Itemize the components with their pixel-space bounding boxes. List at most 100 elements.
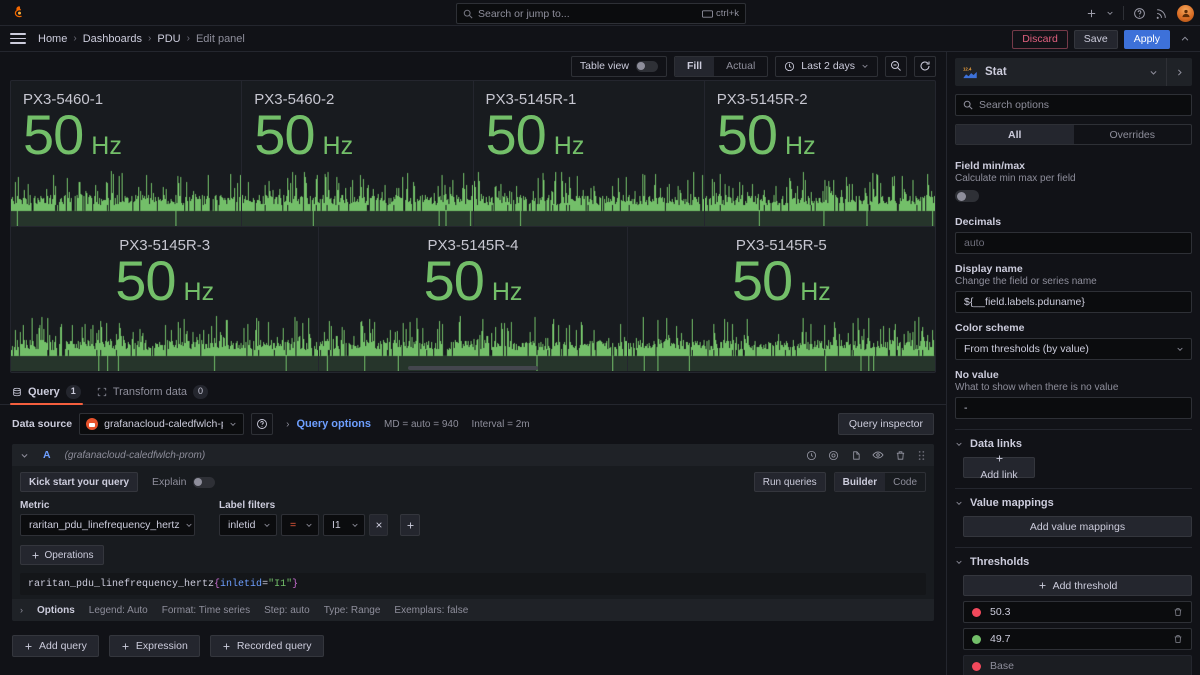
label-filter-value-select[interactable]: I1 bbox=[323, 514, 365, 536]
remove-label-filter-button[interactable] bbox=[369, 514, 388, 536]
avatar[interactable] bbox=[1177, 4, 1194, 22]
add-link-button[interactable]: Add link bbox=[963, 455, 1035, 481]
tab-overrides[interactable]: Overrides bbox=[1074, 125, 1192, 144]
duplicate-icon[interactable] bbox=[806, 450, 817, 461]
label-filter-key-select[interactable]: inletid bbox=[219, 514, 277, 536]
breadcrumb-item-dashboards[interactable]: Dashboards bbox=[83, 33, 142, 45]
add-recorded-query-button[interactable]: Recorded query bbox=[209, 635, 324, 657]
query-ref-id[interactable]: A bbox=[43, 449, 51, 461]
value-mappings-section: Value mappings Add value mappings bbox=[955, 488, 1192, 537]
apply-button[interactable]: Apply bbox=[1123, 29, 1170, 49]
stat-panel[interactable]: PX3-5145R-5 50 Hz bbox=[627, 227, 935, 371]
query-footer-buttons: Add query Expression Recorded query bbox=[0, 621, 946, 657]
save-button[interactable]: Save bbox=[1073, 29, 1118, 49]
chevron-down-icon[interactable] bbox=[1106, 9, 1114, 17]
explain-toggle[interactable]: Explain bbox=[152, 476, 215, 488]
metric-select[interactable]: raritan_pdu_linefrequency_hertz bbox=[20, 514, 195, 536]
stat-panel[interactable]: PX3-5145R-4 50 Hz bbox=[319, 227, 628, 371]
plus-icon[interactable] bbox=[1086, 8, 1097, 19]
global-search-input[interactable]: Search or jump to... ctrl+k bbox=[456, 3, 746, 24]
visualization-picker[interactable]: 12.4 Stat bbox=[955, 58, 1192, 86]
add-threshold-button[interactable]: Add threshold bbox=[963, 575, 1192, 596]
search-options-input[interactable]: Search options bbox=[955, 94, 1192, 116]
fill-option[interactable]: Fill bbox=[674, 56, 715, 76]
table-view-switch[interactable] bbox=[635, 60, 658, 72]
label-filter-operator-select[interactable]: = bbox=[281, 514, 319, 536]
add-query-button[interactable]: Add query bbox=[12, 635, 99, 657]
chevron-down-icon bbox=[1176, 345, 1184, 353]
builder-option[interactable]: Builder bbox=[834, 473, 886, 491]
tab-query[interactable]: Query 1 bbox=[10, 385, 83, 405]
delete-icon[interactable] bbox=[1173, 607, 1183, 617]
stat-panel[interactable]: PX3-5145R-3 50 Hz bbox=[11, 227, 320, 371]
drag-handle-icon[interactable] bbox=[917, 450, 926, 461]
time-range-picker[interactable]: Last 2 days bbox=[775, 55, 878, 77]
disable-icon[interactable] bbox=[828, 450, 839, 461]
actual-option[interactable]: Actual bbox=[714, 57, 767, 76]
threshold-value[interactable]: 50.3 bbox=[990, 606, 1010, 618]
breadcrumb-item-home[interactable]: Home bbox=[38, 33, 67, 45]
field-minmax-switch[interactable] bbox=[955, 190, 979, 202]
threshold-color-dot[interactable] bbox=[972, 661, 981, 671]
options-scroll-area[interactable]: Field min/max Calculate min max per fiel… bbox=[947, 151, 1200, 675]
display-name-option: Display name Change the field or series … bbox=[955, 263, 1192, 313]
stat-panel[interactable]: PX3-5145R-2 50 Hz bbox=[704, 81, 935, 226]
threshold-color-dot[interactable] bbox=[972, 634, 981, 644]
threshold-value[interactable]: 49.7 bbox=[990, 633, 1010, 645]
delete-icon[interactable] bbox=[1173, 634, 1183, 644]
thresholds-header[interactable]: Thresholds bbox=[955, 556, 1192, 568]
discard-button[interactable]: Discard bbox=[1012, 29, 1068, 49]
value-mappings-header[interactable]: Value mappings bbox=[955, 497, 1192, 509]
horizontal-scrollbar[interactable] bbox=[408, 366, 538, 370]
delete-icon[interactable] bbox=[895, 450, 906, 461]
query-builder-fields: Metric raritan_pdu_linefrequency_hertz L… bbox=[20, 500, 926, 536]
grafana-logo-icon[interactable] bbox=[6, 5, 32, 20]
no-value-input[interactable]: - bbox=[955, 397, 1192, 419]
divider bbox=[1123, 6, 1124, 20]
threshold-color-dot[interactable] bbox=[972, 607, 981, 617]
copy-icon[interactable] bbox=[850, 450, 861, 461]
help-circle-icon[interactable] bbox=[1133, 7, 1146, 20]
explain-switch[interactable] bbox=[192, 476, 215, 488]
display-name-input[interactable]: ${__field.labels.pduname} bbox=[955, 291, 1192, 313]
add-label-filter-button[interactable] bbox=[400, 514, 420, 536]
chevron-right-icon[interactable] bbox=[1166, 58, 1192, 86]
stat-panel[interactable]: PX3-5145R-1 50 Hz bbox=[473, 81, 705, 226]
run-queries-button[interactable]: Run queries bbox=[753, 472, 826, 492]
chevron-down-icon[interactable] bbox=[20, 451, 29, 460]
tab-all[interactable]: All bbox=[956, 125, 1074, 144]
code-option[interactable]: Code bbox=[885, 473, 925, 491]
stat-panel[interactable]: PX3-5460-1 50 Hz bbox=[11, 81, 243, 226]
data-links-header[interactable]: Data links bbox=[955, 438, 1192, 450]
zoom-out-button[interactable] bbox=[885, 55, 907, 77]
datasource-picker[interactable]: grafanacloud-caledfwlch-prom bbox=[79, 413, 245, 435]
query-tabs: Query 1 Transform data 0 bbox=[0, 379, 946, 405]
stat-panel[interactable]: PX3-5460-2 50 Hz bbox=[242, 81, 474, 226]
refresh-button[interactable] bbox=[914, 55, 936, 77]
add-expression-button[interactable]: Expression bbox=[108, 635, 200, 657]
chevron-down-icon[interactable] bbox=[1140, 58, 1166, 86]
query-inspector-button[interactable]: Query inspector bbox=[837, 413, 934, 435]
query-options[interactable]: › Query options MD = auto = 940 Interval… bbox=[286, 418, 530, 430]
threshold-step[interactable]: 49.7 bbox=[963, 628, 1192, 650]
hamburger-menu-icon[interactable] bbox=[10, 33, 26, 44]
add-value-mappings-button[interactable]: Add value mappings bbox=[963, 516, 1192, 537]
decimals-input[interactable]: auto bbox=[955, 232, 1192, 254]
threshold-step[interactable]: 50.3 bbox=[963, 601, 1192, 623]
breadcrumb-item-pdu[interactable]: PDU bbox=[157, 33, 180, 45]
chevron-up-icon[interactable] bbox=[1176, 34, 1194, 44]
operations-button[interactable]: Operations bbox=[20, 545, 104, 565]
table-view-toggle[interactable]: Table view bbox=[570, 55, 667, 77]
hide-icon[interactable] bbox=[872, 449, 884, 461]
color-scheme-select[interactable]: From thresholds (by value) bbox=[955, 338, 1192, 360]
thresholds-title: Thresholds bbox=[970, 556, 1030, 568]
query-options-collapsed-row[interactable]: › Options Legend: Auto Format: Time seri… bbox=[12, 599, 934, 621]
threshold-step-base[interactable]: Base bbox=[963, 655, 1192, 675]
kick-start-query-button[interactable]: Kick start your query bbox=[20, 472, 139, 492]
datasource-help-button[interactable] bbox=[251, 413, 274, 435]
sparkline bbox=[473, 170, 704, 226]
field-minmax-toggle[interactable] bbox=[955, 189, 1192, 207]
tab-transform-data[interactable]: Transform data 0 bbox=[97, 385, 209, 404]
rss-icon[interactable] bbox=[1155, 7, 1168, 20]
topbar-actions bbox=[1086, 0, 1194, 26]
